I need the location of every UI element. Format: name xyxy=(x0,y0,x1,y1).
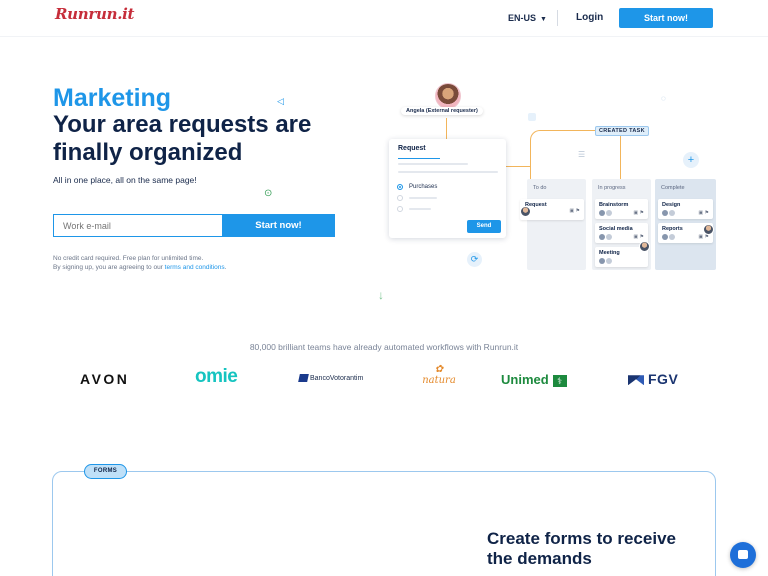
avatar xyxy=(662,234,668,240)
unimed-logo-text: Unimed xyxy=(501,372,549,387)
task-title: Social media xyxy=(599,226,633,232)
column-title: In progress xyxy=(598,185,626,191)
task-title: Brainstorm xyxy=(599,202,629,208)
assignee-avatar xyxy=(520,206,531,217)
hero-kicker: Marketing xyxy=(53,84,172,112)
arrow-down-icon[interactable]: ↓ xyxy=(378,288,384,302)
avatar xyxy=(606,258,612,264)
assignee-avatar xyxy=(703,224,714,235)
avatar xyxy=(599,258,605,264)
hero-start-button[interactable]: Start now! xyxy=(222,214,335,237)
requester-avatar xyxy=(435,83,461,109)
work-email-input[interactable] xyxy=(53,214,222,237)
task-card: Social media ▣ ⚑ xyxy=(595,223,648,243)
requester-label: Angela (External requester) xyxy=(401,107,483,115)
runrunit-logo[interactable]: Runrun.it xyxy=(55,5,134,23)
social-proof-text: 80,000 brilliant teams have already auto… xyxy=(249,342,519,352)
bv-logo-text: BancoVotorantim xyxy=(310,374,364,382)
task-title: Design xyxy=(662,202,681,208)
clock-icon: ◌ xyxy=(661,94,666,103)
signup-note-line1: No credit card required. Free plan for u… xyxy=(53,255,204,262)
fgv-logo-text: FGV xyxy=(648,371,679,387)
signup-note-line2: By signing up, you are agreeing to our t… xyxy=(53,263,226,272)
placeholder-bar xyxy=(398,171,498,173)
task-icons: ▣ ⚑ xyxy=(633,210,644,216)
terms-suffix: . xyxy=(224,264,227,271)
chat-widget-button[interactable] xyxy=(730,542,756,568)
fgv-logo: FGV xyxy=(628,371,678,387)
avatar xyxy=(669,210,675,216)
radio-selected xyxy=(397,184,403,190)
header-start-button[interactable]: Start now! xyxy=(619,8,713,28)
sync-icon: ⟳ xyxy=(467,252,482,267)
connector-line xyxy=(446,118,447,140)
header-separator xyxy=(0,36,768,37)
bv-mark-icon xyxy=(298,374,309,382)
chevron-down-icon: ▼ xyxy=(540,16,547,23)
small-square-icon xyxy=(528,113,536,121)
request-form-card: Request Purchases Send xyxy=(389,139,506,238)
language-selector[interactable]: EN-US ▼ xyxy=(508,13,547,23)
unimed-logo: Unimed ⚕ xyxy=(501,372,567,387)
column-title: To do xyxy=(533,185,547,191)
column-to-do: To do xyxy=(527,179,586,270)
signup-note: No credit card required. Free plan for u… xyxy=(53,254,226,272)
request-option: Purchases xyxy=(409,184,438,190)
avatar xyxy=(606,210,612,216)
forms-tag: FORMS xyxy=(84,464,127,479)
column-title: Complete xyxy=(661,185,685,191)
natura-logo-text: natura xyxy=(422,375,456,386)
title-underline xyxy=(398,158,440,159)
connector-line xyxy=(530,130,620,180)
avatar xyxy=(662,210,668,216)
hero-title: Your area requests are finally organized xyxy=(53,111,312,166)
fgv-mark-icon xyxy=(628,375,644,386)
request-card-title: Request xyxy=(398,145,426,152)
paper-plane-icon: ◁ xyxy=(277,96,284,106)
task-icons: ▣ ⚑ xyxy=(569,208,580,214)
site-header: Runrun.it EN-US ▼ Login Start now! xyxy=(0,0,768,36)
created-task-tag: CREATED TASK xyxy=(595,126,649,136)
login-link[interactable]: Login xyxy=(576,12,603,23)
task-card: Design ▣ ⚑ xyxy=(658,199,713,219)
radio-option xyxy=(397,206,403,212)
radio-option xyxy=(397,195,403,201)
natura-flower-icon: ✿ xyxy=(434,364,444,375)
terms-prefix: By signing up, you are agreeing to our xyxy=(53,264,165,271)
task-icons: ▣ ⚑ xyxy=(698,210,709,216)
avatar xyxy=(599,234,605,240)
task-title: Reports xyxy=(662,226,683,232)
send-button: Send xyxy=(467,220,501,233)
placeholder-bar xyxy=(398,163,468,165)
check-circle-icon: ⊙ xyxy=(264,188,273,199)
header-divider xyxy=(557,10,558,26)
omie-logo: omie xyxy=(195,366,238,387)
unimed-mark-icon: ⚕ xyxy=(552,374,567,387)
task-icons: ▣ ⚑ xyxy=(633,234,644,240)
avon-logo: AVON xyxy=(80,371,130,387)
banco-votorantim-logo: BancoVotorantim xyxy=(298,374,364,382)
task-card: Brainstorm ▣ ⚑ xyxy=(595,199,648,219)
task-title: Meeting xyxy=(599,250,620,256)
avatar xyxy=(606,234,612,240)
hero-subtitle: All in one place, all on the same page! xyxy=(53,175,197,185)
language-label: EN-US xyxy=(508,13,537,23)
placeholder-bar xyxy=(409,197,437,199)
natura-logo: ✿ natura xyxy=(420,364,458,387)
placeholder-bar xyxy=(409,208,431,210)
column-in-progress: In progress Brainstorm ▣ ⚑ Social media … xyxy=(592,179,651,270)
avatar xyxy=(599,210,605,216)
assignee-avatar xyxy=(639,241,650,252)
connector-line xyxy=(506,166,530,167)
plus-icon: + xyxy=(683,152,699,168)
forms-title: Create forms to receive the demands xyxy=(487,529,676,568)
connector-line xyxy=(620,136,621,182)
avatar xyxy=(669,234,675,240)
terms-link[interactable]: terms and conditions xyxy=(165,264,225,271)
